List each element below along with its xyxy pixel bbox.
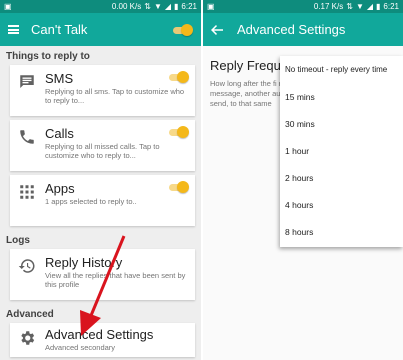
option-2-hours[interactable]: 2 hours [280, 164, 403, 191]
battery-icon: ▮ [174, 1, 179, 11]
screen-title: Advanced Settings [237, 22, 346, 37]
network-speed: 0.00 K/s [111, 2, 142, 11]
status-bar-right: ▣ 0.17 K/s ⇅ ▼ ◢ ▮ 6:21 [203, 0, 403, 13]
main-screen: ▣ 0.00 K/s ⇅ ▼ ◢ ▮ 6:21 Can't Talk Thing… [0, 0, 201, 360]
battery-icon: ▮ [376, 1, 381, 11]
option-1-hour[interactable]: 1 hour [280, 137, 403, 164]
section-reply: Things to reply to [6, 51, 90, 62]
back-arrow-icon[interactable] [211, 24, 223, 35]
apps-card[interactable]: Apps 1 apps selected to reply to.. [10, 175, 195, 226]
advanced-subtitle: Advanced secondary [45, 343, 116, 352]
apps-grid-icon [20, 185, 34, 199]
sms-toggle[interactable] [167, 71, 189, 83]
sms-card[interactable]: SMS Replying to all sms. Tap to customiz… [10, 65, 195, 116]
frequency-dropdown: No timeout - reply every time 15 mins 30… [280, 56, 403, 247]
option-15-mins[interactable]: 15 mins [280, 83, 403, 110]
history-icon [18, 259, 35, 273]
status-bar: ▣ 0.00 K/s ⇅ ▼ ◢ ▮ 6:21 [0, 0, 201, 13]
apps-toggle[interactable] [167, 181, 189, 193]
clock: 6:21 [181, 2, 197, 11]
reply-history-card[interactable]: Reply History View all the replies that … [10, 249, 195, 300]
calls-subtitle: Replying to all missed calls. Tap to cus… [45, 142, 160, 160]
data-icon: ⇅ [346, 1, 353, 11]
phone-icon [20, 130, 34, 144]
app-bar-right: Advanced Settings [203, 13, 403, 46]
sms-icon [20, 75, 34, 88]
section-logs: Logs [6, 235, 30, 246]
history-title: Reply History [45, 255, 123, 270]
clock: 6:21 [383, 2, 399, 11]
app-bar: Can't Talk [0, 13, 201, 46]
signal-icon: ◢ [164, 1, 172, 11]
advanced-settings-card[interactable]: Advanced Settings Advanced secondary [10, 323, 195, 357]
calls-toggle[interactable] [167, 126, 189, 138]
signal-icon: ◢ [366, 1, 374, 11]
network-speed: 0.17 K/s [313, 2, 344, 11]
apps-subtitle: 1 apps selected to reply to.. [45, 197, 137, 206]
wifi-icon: ▼ [153, 1, 162, 11]
notification-icon: ▣ [4, 1, 12, 11]
option-no-timeout[interactable]: No timeout - reply every time [280, 56, 403, 83]
master-toggle[interactable] [171, 23, 193, 36]
option-8-hours[interactable]: 8 hours [280, 218, 403, 245]
sms-subtitle: Replying to all sms. Tap to customize wh… [45, 87, 185, 105]
option-30-mins[interactable]: 30 mins [280, 110, 403, 137]
advanced-title: Advanced Settings [45, 327, 154, 342]
option-4-hours[interactable]: 4 hours [280, 191, 403, 218]
app-title: Can't Talk [31, 22, 88, 37]
calls-card[interactable]: Calls Replying to all missed calls. Tap … [10, 120, 195, 171]
menu-icon[interactable] [8, 25, 19, 34]
data-icon: ⇅ [144, 1, 151, 11]
wifi-icon: ▼ [355, 1, 364, 11]
section-advanced: Advanced [6, 309, 54, 320]
history-subtitle: View all the replies that have been sent… [45, 271, 186, 289]
notification-icon: ▣ [207, 1, 215, 11]
gear-icon [21, 331, 35, 345]
